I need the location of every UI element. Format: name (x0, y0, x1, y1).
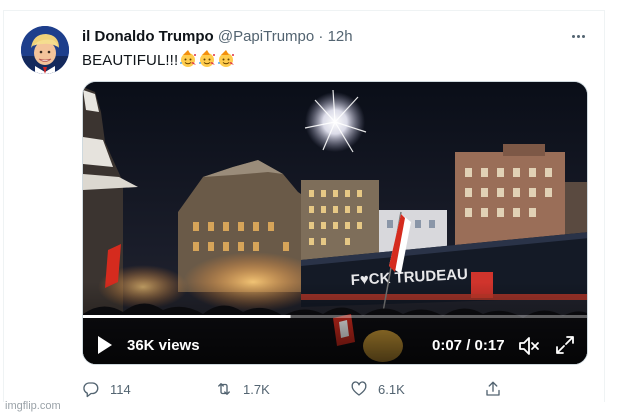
like-count: 6.1K (378, 381, 405, 397)
tweet-text-body: BEAUTIFUL!!! (82, 52, 179, 69)
reply-button[interactable]: 114 (82, 378, 131, 400)
retweet-icon (215, 380, 233, 398)
avatar-image (21, 26, 69, 74)
video-controls: 36K views 0:07 / 0:17 (83, 325, 587, 364)
tweet-text: BEAUTIFUL!!! (82, 50, 235, 71)
share-icon (484, 380, 502, 398)
fullscreen-icon[interactable] (555, 335, 575, 355)
share-button[interactable] (484, 378, 502, 400)
party-face-emoji (198, 50, 216, 68)
video-frame: F♥CK TRUDEAU (83, 82, 587, 364)
retweet-button[interactable]: 1.7K (215, 378, 270, 400)
video-player[interactable]: F♥CK TRUDEAU 36K views 0:07 / 0:17 (82, 81, 588, 365)
mute-icon[interactable] (518, 336, 540, 356)
play-icon[interactable] (97, 335, 113, 355)
retweet-count: 1.7K (243, 381, 270, 397)
timestamp[interactable]: 12h (328, 28, 353, 45)
handle[interactable]: @PapiTrumpo (218, 28, 314, 45)
party-face-emoji (217, 50, 235, 68)
video-time: 0:07 / 0:17 (432, 337, 505, 354)
display-name[interactable]: il Donaldo Trumpo (82, 28, 214, 45)
like-button[interactable]: 6.1K (350, 378, 405, 400)
action-bar: 114 1.7K 6.1K (82, 378, 502, 400)
reply-count: 114 (110, 381, 131, 397)
watermark: imgflip.com (5, 400, 61, 412)
avatar[interactable] (21, 26, 69, 74)
reply-icon (82, 380, 100, 398)
separator: · (318, 28, 324, 45)
more-icon[interactable] (567, 28, 589, 44)
party-face-emoji (179, 50, 197, 68)
tweet-header: il Donaldo Trumpo @PapiTrumpo · 12h (82, 28, 353, 46)
progress-fill (83, 315, 291, 318)
tweet-card: il Donaldo Trumpo @PapiTrumpo · 12h BEAU… (0, 0, 619, 415)
view-count: 36K views (127, 337, 200, 354)
heart-icon (350, 380, 368, 398)
